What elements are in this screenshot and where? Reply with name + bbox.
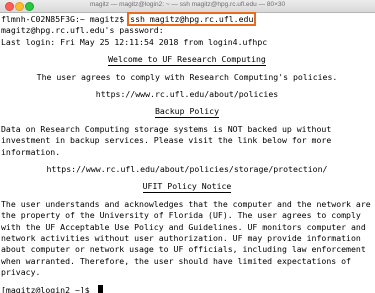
backup-text: Data on Research Computing storage syste… <box>1 123 332 157</box>
policies-url: https://www.rc.ufl.edu/about/policies <box>95 88 279 99</box>
last-login-line: Last login: Fri May 25 12:11:54 2018 fro… <box>1 36 268 47</box>
backup-title: Backup Policy <box>154 106 220 118</box>
ufit-title: UFIT Policy Notice <box>142 181 232 193</box>
ssh-command: ssh magitz@hpg.rc.ufl.edu <box>127 12 257 26</box>
title-bar: magitz — magitz@login2: ~ — ssh magitz@h… <box>0 0 375 13</box>
agree-line: The user agrees to comply with Research … <box>36 71 338 82</box>
welcome-text: Welcome to UF Research Computing <box>108 54 266 66</box>
backup-url: https://www.rc.ufl.edu/about/policies/st… <box>46 163 328 174</box>
window-title: magitz — magitz@login2: ~ — ssh magitz@h… <box>89 1 286 8</box>
terminal-window: magitz — magitz@login2: ~ — ssh magitz@h… <box>0 0 375 293</box>
remote-prompt: [magitz@login2 ~]$ <box>1 284 95 293</box>
backup-heading: Backup Policy <box>1 106 373 118</box>
command-line: flmnh-C02N85F3G:~ magitz$ ssh magitz@hpg… <box>1 12 373 26</box>
text-cursor <box>97 284 103 293</box>
welcome-heading: Welcome to UF Research Computing <box>1 54 373 66</box>
terminal-output[interactable]: flmnh-C02N85F3G:~ magitz$ ssh magitz@hpg… <box>1 12 373 293</box>
ufit-text: The user understands and acknowledges th… <box>1 198 371 278</box>
final-prompt-line: [magitz@login2 ~]$ <box>1 284 373 293</box>
ufit-heading: UFIT Policy Notice <box>1 181 373 193</box>
local-prompt: flmnh-C02N85F3G:~ magitz$ <box>1 14 130 24</box>
password-prompt: magitz@hpg.rc.ufl.edu's password: <box>1 25 164 36</box>
